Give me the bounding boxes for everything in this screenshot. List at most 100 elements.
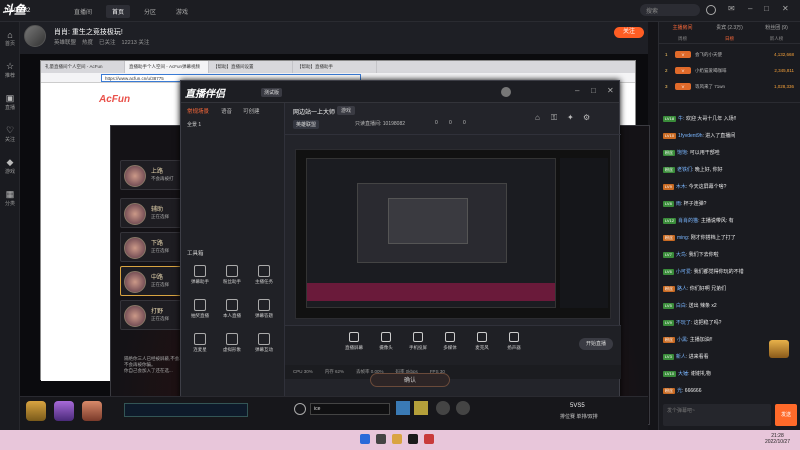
phone-cast-button[interactable]: 手机投屏 — [405, 332, 431, 351]
tool-danmu[interactable]: 弹幕助手 — [185, 263, 215, 291]
windows-start-icon[interactable] — [360, 434, 370, 444]
room-category[interactable]: 英雄联盟 — [293, 120, 320, 129]
maximize-icon[interactable]: □ — [764, 4, 769, 13]
assistant-room-title[interactable]: 网边站一上大师 — [293, 107, 335, 116]
spell-ignite-icon[interactable] — [414, 401, 428, 415]
chat-username[interactable]: 路人 — [677, 286, 687, 292]
hero-portrait — [124, 237, 146, 259]
nav-item-game[interactable]: ◆ 游戏 — [0, 150, 20, 182]
tool-avatar[interactable]: 虚拟形象 — [217, 331, 247, 359]
chat-username[interactable]: 1fyvdent9h — [678, 133, 702, 139]
top-tab[interactable]: 直播间 — [68, 5, 98, 18]
chat-input[interactable]: 发个弹幕吧~ — [663, 404, 771, 426]
level-badge: LV18 — [663, 116, 677, 122]
tool-mic[interactable]: 连麦星 — [185, 331, 215, 359]
message-icon[interactable]: ✉ — [728, 4, 735, 13]
tool-interact[interactable]: 弹幕互动 — [249, 331, 279, 359]
app-icon-2[interactable] — [424, 434, 434, 444]
scene-tab[interactable]: 语音 — [221, 107, 232, 115]
scene-item[interactable]: 全景 1 — [187, 121, 201, 128]
nav-item-category[interactable]: ▦ 分类 — [0, 182, 20, 214]
top-tab[interactable]: 游戏 — [170, 5, 194, 18]
rank-tab[interactable]: 新人榜 — [753, 34, 800, 43]
top-tab[interactable]: 首页 — [106, 5, 131, 18]
minimize-icon[interactable]: – — [575, 86, 579, 95]
room-tag[interactable]: 游戏 — [337, 106, 356, 115]
send-button[interactable]: 发送 — [775, 404, 797, 426]
lock-icon[interactable]: ⚿ — [551, 113, 557, 123]
top-tab[interactable]: 分区 — [138, 5, 162, 18]
media-button[interactable]: 多媒体 — [437, 332, 463, 351]
grid-icon: ▦ — [5, 189, 15, 199]
minimize-icon[interactable]: – — [748, 4, 752, 13]
chat-message: LV10 大锤: 谢谢礼物 — [663, 371, 797, 378]
tool-lottery[interactable]: 抽奖直播 — [185, 297, 215, 325]
rank-row[interactable]: 2 V 小奶猫爱喝咖啡 2,345,811 — [659, 64, 800, 78]
close-icon[interactable]: ✕ — [782, 4, 789, 13]
app-icon[interactable] — [408, 434, 418, 444]
trophy-icon[interactable] — [26, 401, 46, 421]
streamer-avatar[interactable] — [24, 25, 46, 47]
game-chat-input[interactable] — [124, 403, 248, 417]
gift-icon[interactable]: ✦ — [567, 113, 574, 122]
nav-item-recommend[interactable]: ☆ 推荐 — [0, 54, 20, 86]
settings-icon[interactable]: ⚙ — [583, 113, 590, 122]
level-badge: V — [675, 83, 691, 90]
assistant-avatar[interactable] — [501, 87, 511, 97]
spell-flash-icon[interactable] — [396, 401, 410, 415]
scene-tab[interactable]: 可创建 — [243, 107, 260, 115]
store-icon[interactable] — [82, 401, 102, 421]
chat-username[interactable]: 老铁们 — [677, 167, 692, 173]
chat-username[interactable]: 白白 — [676, 303, 686, 309]
rank-tab[interactable]: 周榜 — [659, 34, 706, 43]
chat-username[interactable]: 饱饱 — [677, 150, 687, 156]
confirm-button[interactable]: 确认 — [370, 373, 450, 387]
follow-button[interactable]: 关注 — [614, 27, 644, 38]
screen-capture-button[interactable]: 直播屏幕 — [341, 332, 367, 351]
friends-icon[interactable] — [54, 401, 74, 421]
search-icon[interactable] — [294, 403, 306, 415]
stat-gifts: 0 — [463, 120, 466, 126]
rank-row[interactable]: 1 V 会飞的小天使 4,132,668 — [659, 48, 800, 62]
tool-fans[interactable]: 粉丝助手 — [217, 263, 247, 291]
chat-username[interactable]: 小黑 — [677, 337, 687, 343]
close-icon[interactable]: ✕ — [607, 86, 614, 95]
nav-item-follow[interactable]: ♡ 关注 — [0, 118, 20, 150]
home-icon[interactable]: ⌂ — [535, 113, 540, 122]
heart-icon: ♡ — [5, 125, 15, 135]
room-category[interactable]: 英雄联盟 — [54, 38, 76, 46]
files-icon[interactable] — [392, 434, 402, 444]
chat-username[interactable]: 大锤 — [678, 371, 688, 377]
tool-task[interactable]: 主播任务 — [249, 263, 279, 291]
chat-username[interactable]: 大鸟 — [676, 252, 686, 258]
start-live-button[interactable]: 开始直播 — [579, 338, 613, 350]
rank-tab[interactable]: 日榜 — [706, 34, 753, 43]
chat-username[interactable]: 新人 — [676, 354, 686, 360]
tool-self[interactable]: 本人直播 — [217, 297, 247, 325]
microphone-button[interactable]: 麦克风 — [469, 332, 495, 351]
chat-username[interactable]: 小可爱 — [676, 269, 691, 275]
search-input[interactable]: 搜索 — [640, 4, 700, 16]
rune-icon-2[interactable] — [456, 401, 470, 415]
right-tab[interactable]: 粉丝团 (9) — [753, 22, 800, 34]
danmu-icon — [194, 265, 206, 277]
user-avatar-icon[interactable] — [706, 5, 716, 15]
nav-item-home[interactable]: ⌂ 首页 — [0, 22, 20, 54]
nav-item-live[interactable]: ▣ 直播 — [0, 86, 20, 118]
scene-tab[interactable]: 常规场景 — [187, 107, 209, 115]
rune-icon[interactable] — [436, 401, 450, 415]
speaker-button[interactable]: 扬声器 — [501, 332, 527, 351]
rank-row[interactable]: 3 V 等风来了 71wn 1,028,336 — [659, 80, 800, 94]
maximize-icon[interactable]: □ — [591, 86, 596, 95]
tool-quiz[interactable]: 弹幕答题 — [249, 297, 279, 325]
chat-username[interactable]: ming — [677, 235, 688, 241]
chat-username[interactable]: 肖肖的猫 — [678, 218, 698, 224]
taskview-icon[interactable] — [376, 434, 386, 444]
right-tab[interactable]: 主播房间 — [659, 22, 706, 34]
chat-username[interactable]: 不玩了 — [676, 320, 691, 326]
right-tab[interactable]: 贵宾 (2.3万) — [706, 22, 753, 34]
treasure-chest-icon[interactable] — [769, 340, 789, 358]
champion-search-input[interactable]: ice — [310, 403, 390, 415]
chat-username[interactable]: 木木 — [676, 184, 686, 190]
camera-button[interactable]: 摄像头 — [373, 332, 399, 351]
